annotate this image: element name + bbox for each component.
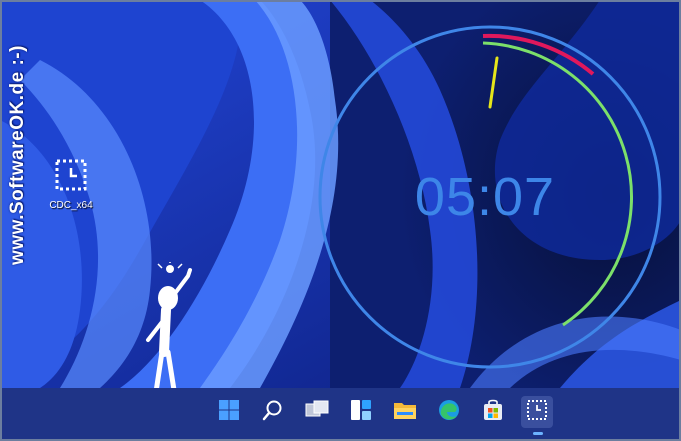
softwareok-watermark: www.SoftwareOK.de :-) bbox=[7, 45, 28, 265]
store-button[interactable] bbox=[477, 396, 509, 428]
clock-time: 05:07 bbox=[414, 167, 556, 227]
store-icon bbox=[482, 399, 504, 426]
search-button[interactable] bbox=[257, 396, 289, 428]
start-button[interactable] bbox=[213, 396, 245, 428]
clock-app-icon bbox=[54, 158, 88, 192]
taskbar bbox=[2, 388, 679, 439]
active-indicator bbox=[533, 432, 543, 435]
folder-icon bbox=[393, 399, 417, 426]
file-explorer-button[interactable] bbox=[389, 396, 421, 428]
windows-start-icon bbox=[218, 399, 240, 426]
task-view-button[interactable] bbox=[301, 396, 333, 428]
desktop-icon-label: CDC_x64 bbox=[49, 200, 93, 211]
widgets-button[interactable] bbox=[345, 396, 377, 428]
search-icon bbox=[262, 399, 284, 426]
edge-button[interactable] bbox=[433, 396, 465, 428]
clock-app-icon bbox=[526, 399, 548, 426]
mascot-figure bbox=[138, 260, 208, 402]
desktop-icon-cdc[interactable]: CDC_x64 bbox=[40, 158, 102, 211]
edge-browser-icon bbox=[438, 399, 460, 426]
widgets-icon bbox=[350, 399, 372, 426]
task-view-icon bbox=[305, 399, 329, 426]
cdc-taskbar-button[interactable] bbox=[521, 396, 553, 435]
